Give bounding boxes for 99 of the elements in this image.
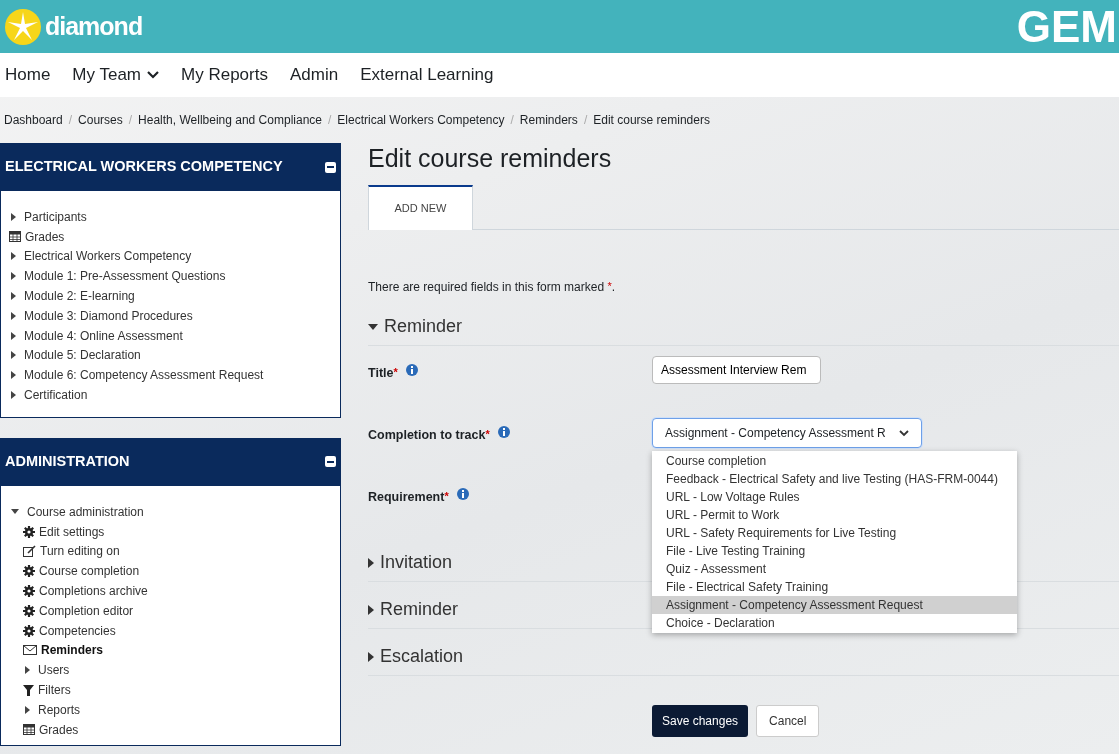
gear-icon bbox=[23, 565, 35, 578]
header-text: GEM bbox=[1016, 4, 1117, 49]
gear-icon bbox=[23, 604, 35, 617]
dropdown-option[interactable]: File - Live Testing Training bbox=[652, 542, 1017, 560]
dropdown-option[interactable]: URL - Low Voltage Rules bbox=[652, 488, 1017, 506]
edit-icon bbox=[23, 545, 36, 558]
block-header: ELECTRICAL WORKERS COMPETENCY bbox=[0, 143, 341, 191]
caret-right-icon bbox=[368, 651, 374, 662]
caret-down-icon bbox=[11, 509, 19, 515]
field-label: Title* bbox=[368, 365, 398, 382]
sidebar-item[interactable]: Course administration bbox=[9, 501, 334, 522]
sidebar-item[interactable]: Course completion bbox=[9, 561, 334, 582]
collapse-icon[interactable] bbox=[325, 161, 336, 173]
caret-right-icon bbox=[11, 351, 16, 360]
dropdown-option[interactable]: File - Electrical Safety Training bbox=[652, 578, 1017, 596]
caret-down-icon bbox=[368, 323, 378, 330]
caret-right-icon bbox=[11, 292, 16, 301]
gear-icon bbox=[23, 585, 35, 598]
caret-right-icon bbox=[11, 252, 16, 261]
collapse-icon[interactable] bbox=[325, 456, 336, 468]
field-label: Requirement* bbox=[368, 489, 449, 506]
field-label: Completion to track* bbox=[368, 427, 490, 444]
info-icon bbox=[456, 488, 469, 500]
select-field[interactable]: Assignment - Competency Assessment R bbox=[652, 418, 922, 448]
caret-right-icon bbox=[11, 331, 16, 340]
chevron-down-icon bbox=[899, 429, 909, 437]
caret-right-icon bbox=[11, 391, 16, 400]
dropdown-option[interactable]: Course completion bbox=[652, 452, 1017, 470]
info-icon bbox=[497, 426, 510, 438]
sidebar-item[interactable]: Completion editor bbox=[9, 600, 334, 621]
nav-link-item[interactable]: Home bbox=[5, 62, 51, 88]
envelope-icon bbox=[23, 645, 37, 656]
caret-right-icon bbox=[11, 272, 16, 281]
gear-icon bbox=[23, 525, 35, 538]
caret-right-icon bbox=[25, 666, 30, 675]
sidebar-item[interactable]: Reminders bbox=[9, 640, 334, 661]
caret-right-icon bbox=[11, 311, 16, 320]
nav-link-item[interactable]: External Learning bbox=[360, 62, 494, 88]
dropdown-option[interactable]: Quiz - Assessment bbox=[652, 560, 1017, 578]
dropdown-option[interactable]: Feedback - Electrical Safety and live Testing (HAS-FRM-0044) bbox=[652, 470, 1017, 488]
filter-icon bbox=[23, 684, 34, 696]
dropdown-option[interactable]: Assignment - Competency Assessment Request bbox=[652, 596, 1017, 614]
breadcrumb-separator: / bbox=[328, 112, 332, 129]
gear-icon bbox=[23, 624, 35, 637]
caret-right-icon bbox=[25, 705, 30, 714]
sidebar-item[interactable]: Certification bbox=[9, 385, 334, 405]
block-header: ADMINISTRATION bbox=[0, 437, 341, 486]
tab[interactable]: ADD NEW bbox=[368, 185, 473, 230]
sidebar-item[interactable]: Module 1: Pre-Assessment Questions bbox=[9, 266, 334, 287]
breadcrumb-link[interactable]: Courses bbox=[78, 111, 123, 143]
sidebar-item[interactable]: Participants bbox=[9, 207, 334, 227]
sidebar-item[interactable]: Module 6: Competency Assessment Request bbox=[9, 365, 334, 386]
breadcrumb-separator: / bbox=[68, 112, 73, 129]
info-icon bbox=[405, 364, 418, 376]
sidebar-item[interactable]: Electrical Workers Competency bbox=[9, 246, 334, 267]
section-header[interactable]: Reminder bbox=[368, 308, 463, 345]
table-icon bbox=[9, 231, 21, 243]
breadcrumb-current: Edit course reminders bbox=[593, 112, 710, 129]
breadcrumb-separator: / bbox=[510, 112, 514, 129]
table-icon bbox=[23, 724, 35, 736]
logo-icon bbox=[5, 8, 41, 45]
sidebar-item[interactable]: Module 3: Diamond Procedures bbox=[9, 306, 334, 326]
sidebar-item[interactable]: Grades bbox=[9, 226, 334, 247]
sidebar-item[interactable]: Turn editing on bbox=[9, 541, 334, 562]
breadcrumb-link[interactable]: Dashboard bbox=[4, 111, 63, 143]
logo-text: diamond bbox=[45, 10, 143, 42]
nav-link-item[interactable]: Admin bbox=[289, 62, 339, 88]
breadcrumb-link[interactable]: Electrical Workers Competency bbox=[337, 111, 505, 143]
caret-right-icon bbox=[368, 557, 374, 568]
required-note: There are required fields in this form marked *. bbox=[368, 279, 617, 296]
sidebar-item[interactable]: Filters bbox=[9, 680, 334, 700]
breadcrumb-separator: / bbox=[583, 112, 588, 129]
sidebar-item[interactable]: Users bbox=[9, 660, 334, 681]
sidebar-item[interactable]: Module 2: E-learning bbox=[9, 286, 334, 306]
sidebar-item[interactable]: Module 4: Online Assessment bbox=[9, 325, 334, 346]
nav-link-item[interactable]: My Team bbox=[72, 62, 159, 88]
breadcrumb-separator: / bbox=[128, 112, 133, 129]
sidebar-item[interactable]: Completions archive bbox=[9, 581, 334, 601]
save-button[interactable]: Save changes bbox=[652, 705, 749, 737]
section-header[interactable]: Invitation bbox=[368, 544, 453, 581]
cancel-button[interactable]: Cancel bbox=[756, 705, 820, 737]
page-title: Edit course reminders bbox=[368, 143, 613, 173]
section-header[interactable]: Escalation bbox=[368, 638, 464, 675]
dropdown-option[interactable]: URL - Permit to Work bbox=[652, 506, 1017, 524]
nav-link-item[interactable]: My Reports bbox=[181, 62, 268, 88]
sidebar-item[interactable]: Reports bbox=[9, 699, 334, 720]
text-field[interactable]: Assessment Interview Rem bbox=[652, 356, 821, 384]
breadcrumb-link[interactable]: Reminders bbox=[519, 111, 578, 143]
dropdown-option[interactable]: Choice - Declaration bbox=[652, 614, 1017, 632]
caret-right-icon bbox=[11, 371, 16, 380]
section-header[interactable]: Reminder bbox=[368, 591, 459, 628]
sidebar-item[interactable]: Competencies bbox=[9, 620, 334, 641]
breadcrumb-link[interactable]: Health, Wellbeing and Compliance bbox=[138, 111, 322, 143]
caret-right-icon bbox=[11, 212, 16, 221]
sidebar-item[interactable]: Module 5: Declaration bbox=[9, 345, 334, 366]
dropdown-option[interactable]: URL - Safety Requirements for Live Testing bbox=[652, 524, 1017, 542]
sidebar-item[interactable]: Grades bbox=[9, 719, 334, 740]
caret-right-icon bbox=[368, 604, 374, 615]
sidebar-item[interactable]: Edit settings bbox=[9, 521, 334, 542]
